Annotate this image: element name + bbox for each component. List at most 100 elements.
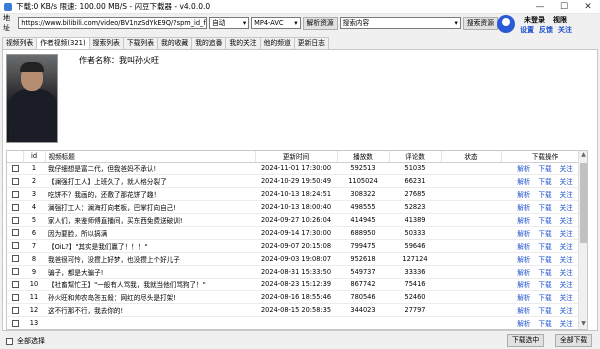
maximize-icon[interactable]: ☐ [552, 0, 576, 14]
author-photo [6, 54, 58, 143]
row-checkbox[interactable] [11, 216, 19, 224]
table-row[interactable]: 3 吃饼不？我画的，还敷了那花饼了趣！ 2024-10-13 18:24:51 308… [7, 187, 587, 202]
download-link[interactable]: 下载 [538, 243, 551, 251]
download-link[interactable]: 下载 [538, 269, 551, 277]
format-select[interactable]: MP4-AVC ▾ [251, 17, 301, 29]
follow-link[interactable]: 关注 [560, 269, 573, 277]
follow-link[interactable]: 关注 [560, 256, 573, 264]
download-link[interactable]: 下载 [538, 256, 551, 264]
row-checkbox[interactable] [11, 229, 19, 237]
download-link[interactable]: 下载 [538, 281, 551, 289]
parse-link[interactable]: 解析 [517, 307, 530, 315]
row-checkbox[interactable] [11, 306, 19, 314]
table-row[interactable]: 8 我爸很可怜，没攒上好梦，也没攒上个好儿子 2024-09-03 19:08:07… [7, 252, 587, 266]
row-checkbox[interactable] [11, 203, 19, 211]
quality-select[interactable]: 自动 ▾ [209, 17, 250, 29]
follow-link[interactable]: 关注 [560, 217, 573, 225]
row-checkbox[interactable] [11, 293, 19, 301]
row-checkbox[interactable] [11, 280, 19, 288]
follow-link[interactable]: 关注 [560, 178, 573, 186]
parse-link[interactable]: 解析 [517, 204, 530, 212]
search-input[interactable]: 搜索内容 ▾ [339, 17, 461, 29]
table-row[interactable]: 12 这不行那不行，我去你的! 2024-08-15 20:58:35 344023 2… [7, 303, 587, 318]
download-selected-button[interactable]: 下载选中 [507, 334, 545, 347]
table-row[interactable]: 13 解析 下载 关注 [7, 316, 587, 329]
chevron-down-icon: ▾ [242, 19, 247, 27]
row-checkbox[interactable] [11, 177, 19, 185]
parse-link[interactable]: 解析 [517, 191, 530, 199]
follow-link[interactable]: 关注 [560, 204, 573, 212]
select-all-checkbox[interactable] [6, 337, 13, 345]
follow-link[interactable]: 关注 [560, 243, 573, 251]
author-photo-hair [20, 62, 44, 72]
parse-link[interactable]: 解析 [517, 165, 530, 173]
follow-link[interactable]: 关注 [560, 307, 573, 315]
download-link[interactable]: 下载 [538, 217, 551, 225]
download-link[interactable]: 下载 [538, 294, 551, 302]
scroll-up-icon[interactable]: ▲ [579, 151, 587, 160]
select-all[interactable]: 全部选择 [6, 336, 45, 346]
download-link[interactable]: 下载 [538, 230, 551, 238]
table-row[interactable]: 5 家人们，来鉴师傅直播间，买东西免费送破训! 2024-09-27 10:26:0… [7, 213, 587, 227]
parse-link[interactable]: 解析 [517, 320, 530, 328]
parse-link[interactable]: 解析 [517, 256, 530, 264]
row-id: 9 [23, 265, 45, 279]
download-link[interactable]: 下载 [538, 165, 551, 173]
download-link[interactable]: 下载 [538, 191, 551, 199]
row-comments: 51035 [389, 162, 441, 176]
follow-link[interactable]: 关注 [560, 165, 573, 173]
search-button[interactable]: 搜索资源 [462, 16, 498, 30]
table-row[interactable]: 10 【社畜幫忙王】"一般有人骂我，我就当他们骂狗了！" 2024-08-23 15… [7, 278, 587, 292]
follow-link[interactable]: 关注 [560, 230, 573, 238]
scroll-thumb[interactable] [580, 163, 587, 243]
table-row[interactable]: 9 骗子，都是大骗子! 2024-08-31 15:33:50 549737 33336… [7, 265, 587, 279]
parse-link[interactable]: 解析 [517, 178, 530, 186]
parse-link[interactable]: 解析 [517, 217, 530, 225]
row-status [441, 303, 501, 318]
author-photo-body [9, 89, 57, 142]
parse-link[interactable]: 解析 [517, 230, 530, 238]
parse-link[interactable]: 解析 [517, 281, 530, 289]
row-checkbox[interactable] [11, 319, 19, 327]
settings-link[interactable]: 设置 [520, 25, 534, 35]
follow-link[interactable]: 关注 [560, 320, 573, 328]
parse-link[interactable]: 解析 [517, 243, 530, 251]
row-status [441, 213, 501, 227]
scroll-down-icon[interactable]: ▼ [579, 320, 587, 329]
close-icon[interactable]: ✕ [576, 0, 600, 14]
url-input[interactable]: https://www.bilibili.com/video/BV1nzSdYk… [18, 17, 208, 29]
row-checkbox[interactable] [11, 268, 19, 276]
follow-link[interactable]: 关注 [560, 191, 573, 199]
download-link[interactable]: 下载 [538, 307, 551, 315]
table-row[interactable]: 2 【澜强打工人】上班久了，就人格分裂了 2024-10-29 19:50:49 11… [7, 174, 587, 189]
parse-link[interactable]: 解析 [517, 269, 530, 277]
feedback-link[interactable]: 反馈 [539, 25, 553, 35]
follow-link[interactable]: 关注 [560, 294, 573, 302]
parse-button[interactable]: 解析资源 [302, 16, 338, 30]
author-name: 作者名称：我叫孙火旺 [79, 56, 159, 65]
row-actions: 解析 下载 关注 [501, 316, 587, 329]
vertical-scrollbar[interactable]: ▲ ▼ [578, 151, 587, 329]
minimize-icon[interactable]: — [528, 0, 552, 14]
table-row[interactable]: 6 因为要脸，所以搞满 2024-09-14 17:30:00 688950 50333… [7, 226, 587, 240]
table-row[interactable]: 11 孙火旺和帅农岛答五殺：网红的尽头是打架! 2024-08-16 18:55:4… [7, 290, 587, 305]
download-link[interactable]: 下载 [538, 178, 551, 186]
parse-link[interactable]: 解析 [517, 294, 530, 302]
row-actions: 解析 下载 关注 [501, 239, 587, 253]
row-checkbox[interactable] [11, 242, 19, 250]
row-checkbox[interactable] [11, 190, 19, 198]
login-status[interactable]: 未登录 [524, 15, 545, 25]
table-row[interactable]: 4 澜强打工人：澜海打向老板，巴掌打向自己! 2024-10-13 18:00:40… [7, 200, 587, 215]
table-row[interactable]: 7 【OiL?】"其实是我们赢了！！！" 2024-09-07 20:15:08 79… [7, 239, 587, 253]
download-all-button[interactable]: 全部下载 [555, 334, 593, 347]
follow-link[interactable]: 关注 [558, 25, 572, 35]
download-link[interactable]: 下载 [538, 320, 551, 328]
user-links: 设置 反馈 关注 [520, 25, 572, 35]
avatar[interactable] [497, 15, 515, 33]
row-checkbox[interactable] [11, 255, 19, 263]
download-link[interactable]: 下载 [538, 204, 551, 212]
follow-link[interactable]: 关注 [560, 281, 573, 289]
row-checkbox[interactable] [11, 164, 19, 172]
table-row[interactable]: 1 我仔细想是富二代，但我爸妈不承认! 2024-11-01 17:30:00 592… [7, 162, 587, 176]
row-plays [337, 316, 389, 329]
